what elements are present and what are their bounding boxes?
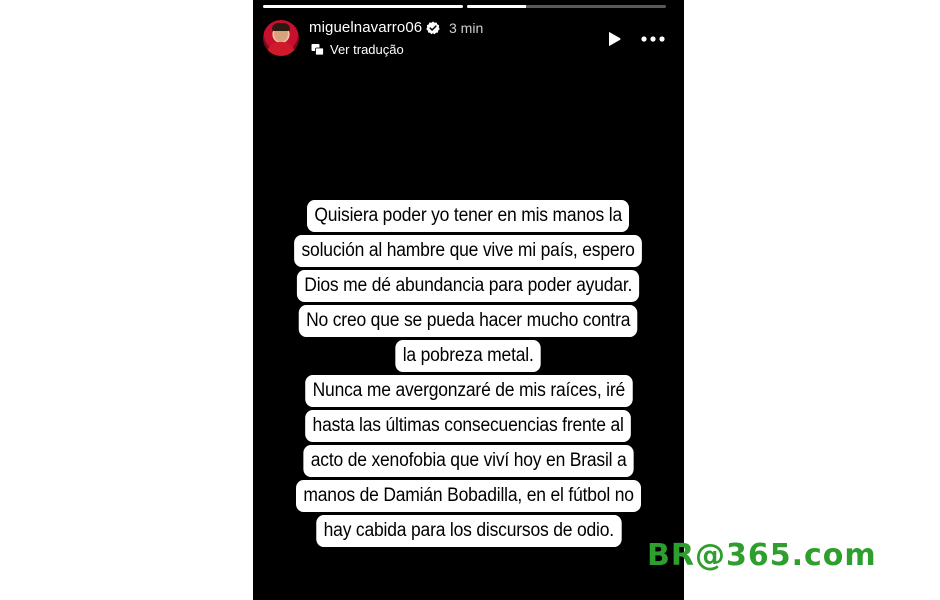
translate-icon xyxy=(311,43,324,55)
story-text-line: Dios me dé abundancia para poder ayudar. xyxy=(297,270,640,302)
story-progress-bar xyxy=(263,5,666,8)
avatar-hair xyxy=(272,23,290,31)
story-text-line: Quisiera poder yo tener en mis manos la xyxy=(307,200,630,232)
time-ago: 3 min xyxy=(449,20,484,36)
story-text-line: hasta las últimas consecuencias frente a… xyxy=(305,410,632,442)
story-text: Quisiera poder yo tener en mis manos la … xyxy=(253,200,684,550)
story-viewer: miguelnavarro06 3 min Ver tradução Quisi… xyxy=(253,0,684,600)
translate-label: Ver tradução xyxy=(330,41,404,57)
avatar[interactable] xyxy=(263,20,299,56)
story-text-line: hay cabida para los discursos de odio. xyxy=(315,515,622,547)
username[interactable]: miguelnavarro06 xyxy=(309,19,422,36)
progress-fill-1 xyxy=(263,5,463,8)
story-text-line: acto de xenofobia que viví hoy en Brasil… xyxy=(303,445,634,477)
play-icon[interactable] xyxy=(606,31,622,47)
translate-button[interactable]: Ver tradução xyxy=(311,40,404,58)
story-text-line: la pobreza metal. xyxy=(395,340,542,372)
verified-badge-icon xyxy=(426,21,440,35)
story-text-line: manos de Damián Bobadilla, en el fútbol … xyxy=(295,480,642,512)
progress-segment-1 xyxy=(263,5,463,8)
progress-fill-2 xyxy=(466,5,527,8)
progress-segment-2 xyxy=(466,5,666,8)
story-text-line: No creo que se pueda hacer mucho contra xyxy=(299,305,638,337)
avatar-shirt xyxy=(267,42,295,56)
more-options-icon[interactable] xyxy=(640,34,666,44)
story-text-line: Nunca me avergonzaré de mis raíces, iré xyxy=(304,375,633,407)
story-text-line: solución al hambre que vive mi país, esp… xyxy=(294,235,643,267)
story-header: miguelnavarro06 3 min Ver tradução xyxy=(263,18,665,62)
watermark-logo: BR@365.com xyxy=(647,538,877,573)
